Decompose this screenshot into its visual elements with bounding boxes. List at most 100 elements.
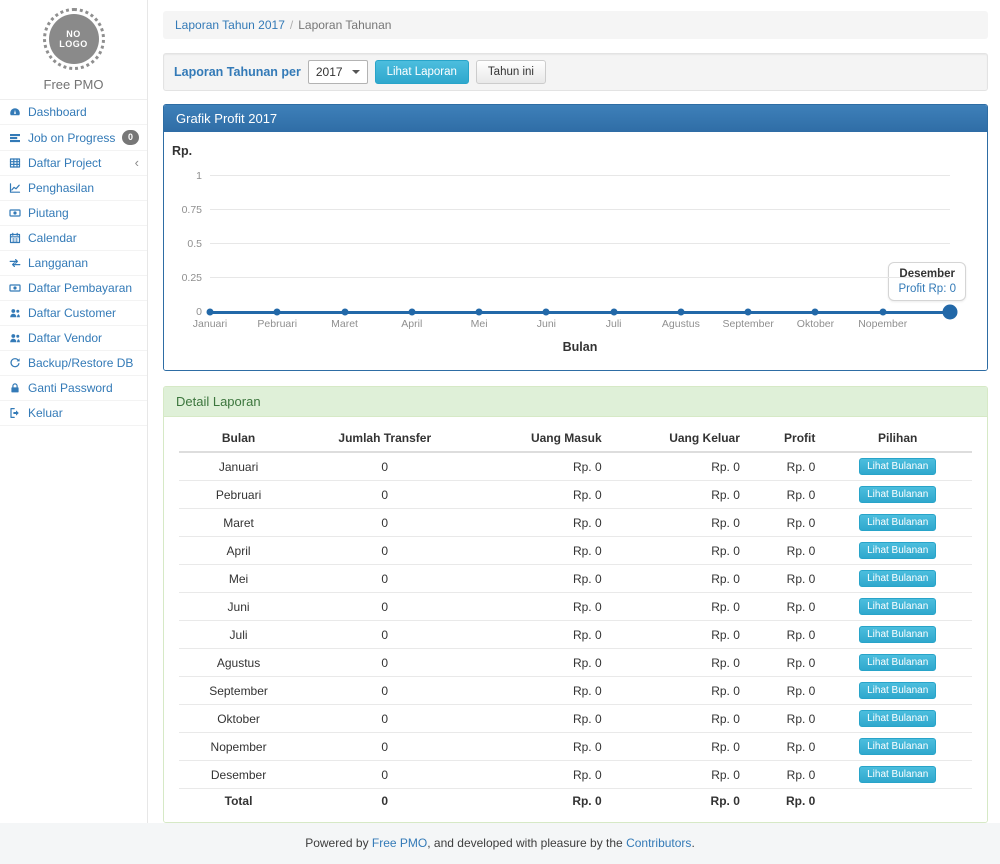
profit-cell: Rp. 0 <box>748 621 823 649</box>
year-select-value: 2017 <box>316 65 343 79</box>
sidebar-item-backup-restore-db[interactable]: Backup/Restore DB <box>0 351 147 376</box>
sidebar-item-job-on-progress[interactable]: Job on Progress0 <box>0 125 147 151</box>
action-cell: Lihat Bulanan <box>823 481 972 509</box>
gridline <box>210 243 950 244</box>
uang-masuk-cell: Rp. 0 <box>471 621 609 649</box>
sidebar-item-calendar[interactable]: Calendar <box>0 226 147 251</box>
retweet-icon <box>8 257 22 269</box>
sidebar-item-langganan[interactable]: Langganan <box>0 251 147 276</box>
x-axis-ticks: JanuariPebruariMaretAprilMeiJuniJuliAgus… <box>210 318 950 331</box>
money-icon <box>8 282 22 294</box>
sidebar-item-keluar[interactable]: Keluar <box>0 401 147 426</box>
profit-cell: Rp. 0 <box>748 452 823 481</box>
table-row-agustus: Agustus0Rp. 0Rp. 0Rp. 0Lihat Bulanan <box>179 649 972 677</box>
year-select[interactable]: 2017 <box>308 60 368 84</box>
sidebar-item-daftar-customer[interactable]: Daftar Customer <box>0 301 147 326</box>
uang-masuk-cell: Rp. 0 <box>471 649 609 677</box>
footer-text-middle: , and developed with pleasure by the <box>427 836 626 850</box>
sidebar-item-label: Ganti Password <box>28 381 139 395</box>
lihat-bulanan-button-januari[interactable]: Lihat Bulanan <box>859 458 936 475</box>
action-cell: Lihat Bulanan <box>823 509 972 537</box>
sidebar-item-ganti-password[interactable]: Ganti Password <box>0 376 147 401</box>
action-cell: Lihat Bulanan <box>823 565 972 593</box>
breadcrumb-link[interactable]: Laporan Tahun 2017 <box>175 18 285 32</box>
jumlah-transfer-cell: 0 <box>298 537 471 565</box>
brand-block: NO LOGO Free PMO <box>0 0 147 99</box>
contributors-link[interactable]: Contributors <box>626 836 691 850</box>
profit-cell: Rp. 0 <box>748 509 823 537</box>
bulan-cell: Oktober <box>179 705 298 733</box>
lihat-bulanan-button-juni[interactable]: Lihat Bulanan <box>859 598 936 615</box>
uang-keluar-cell: Rp. 0 <box>610 649 748 677</box>
lihat-bulanan-button-pebruari[interactable]: Lihat Bulanan <box>859 486 936 503</box>
sidebar-item-daftar-project[interactable]: Daftar Project‹ <box>0 151 147 176</box>
chart-plot-area: Desember Profit Rp: 0 00.250.50.751 <box>210 176 950 312</box>
uang-keluar-cell: Rp. 0 <box>610 761 748 789</box>
table-header-row: BulanJumlah TransferUang MasukUang Kelua… <box>179 425 972 452</box>
lihat-bulanan-button-maret[interactable]: Lihat Bulanan <box>859 514 936 531</box>
lihat-bulanan-button-desember[interactable]: Lihat Bulanan <box>859 766 936 783</box>
sidebar-item-daftar-vendor[interactable]: Daftar Vendor <box>0 326 147 351</box>
data-point-pebruari[interactable] <box>274 309 281 316</box>
data-point-agustus[interactable] <box>677 309 684 316</box>
data-point-maret[interactable] <box>341 309 348 316</box>
brand-name: Free PMO <box>0 77 147 92</box>
table-row-maret: Maret0Rp. 0Rp. 0Rp. 0Lihat Bulanan <box>179 509 972 537</box>
data-point-juni[interactable] <box>543 309 550 316</box>
calendar-icon <box>8 232 22 244</box>
lihat-bulanan-button-september[interactable]: Lihat Bulanan <box>859 682 936 699</box>
y-tick-label: 0.5 <box>187 238 202 250</box>
bulan-cell: September <box>179 677 298 705</box>
action-cell: Lihat Bulanan <box>823 593 972 621</box>
sign-out-icon <box>8 407 22 419</box>
profit-cell: Rp. 0 <box>748 593 823 621</box>
sidebar-item-dashboard[interactable]: Dashboard <box>0 100 147 125</box>
sidebar-item-penghasilan[interactable]: Penghasilan <box>0 176 147 201</box>
uang-masuk-cell: Rp. 0 <box>471 677 609 705</box>
x-tick-label: Januari <box>193 318 227 330</box>
data-point-oktober[interactable] <box>812 309 819 316</box>
total-bulan-cell: Total <box>179 789 298 814</box>
tahun-ini-button[interactable]: Tahun ini <box>476 60 546 84</box>
lihat-bulanan-button-april[interactable]: Lihat Bulanan <box>859 542 936 559</box>
users-icon <box>8 332 22 344</box>
free-pmo-link[interactable]: Free PMO <box>372 836 427 850</box>
sidebar-item-label: Keluar <box>28 406 139 420</box>
sidebar-item-label: Langganan <box>28 256 139 270</box>
sidebar-item-piutang[interactable]: Piutang <box>0 201 147 226</box>
table-row-oktober: Oktober0Rp. 0Rp. 0Rp. 0Lihat Bulanan <box>179 705 972 733</box>
lihat-bulanan-button-mei[interactable]: Lihat Bulanan <box>859 570 936 587</box>
data-point-nopember[interactable] <box>879 309 886 316</box>
bulan-cell: Januari <box>179 452 298 481</box>
data-point-mei[interactable] <box>476 309 483 316</box>
footer-text-prefix: Powered by <box>305 836 372 850</box>
data-point-januari[interactable] <box>207 309 214 316</box>
bulan-cell: Agustus <box>179 649 298 677</box>
sidebar-item-daftar-pembayaran[interactable]: Daftar Pembayaran <box>0 276 147 301</box>
action-cell: Lihat Bulanan <box>823 621 972 649</box>
lihat-bulanan-button-oktober[interactable]: Lihat Bulanan <box>859 710 936 727</box>
jumlah-transfer-cell: 0 <box>298 677 471 705</box>
data-point-juli[interactable] <box>610 309 617 316</box>
column-header-bulan: Bulan <box>179 425 298 452</box>
table-row-nopember: Nopember0Rp. 0Rp. 0Rp. 0Lihat Bulanan <box>179 733 972 761</box>
uang-masuk-cell: Rp. 0 <box>471 481 609 509</box>
bulan-cell: Nopember <box>179 733 298 761</box>
lihat-bulanan-button-nopember[interactable]: Lihat Bulanan <box>859 738 936 755</box>
data-point-april[interactable] <box>408 309 415 316</box>
data-point-september[interactable] <box>745 309 752 316</box>
lihat-laporan-button[interactable]: Lihat Laporan <box>375 60 469 84</box>
lihat-bulanan-button-agustus[interactable]: Lihat Bulanan <box>859 654 936 671</box>
column-header-profit: Profit <box>748 425 823 452</box>
profit-cell: Rp. 0 <box>748 537 823 565</box>
footer: Powered by Free PMO, and developed with … <box>0 823 1000 864</box>
profit-chart-panel: Grafik Profit 2017 Rp. Desember Profit R… <box>163 104 988 371</box>
app-logo: NO LOGO <box>43 8 105 70</box>
lihat-bulanan-button-juli[interactable]: Lihat Bulanan <box>859 626 936 643</box>
filter-label: Laporan Tahunan per <box>174 65 301 79</box>
sidebar-item-label: Piutang <box>28 206 139 220</box>
column-header-uang-masuk: Uang Masuk <box>471 425 609 452</box>
uang-keluar-cell: Rp. 0 <box>610 733 748 761</box>
action-cell: Lihat Bulanan <box>823 649 972 677</box>
profit-cell: Rp. 0 <box>748 761 823 789</box>
